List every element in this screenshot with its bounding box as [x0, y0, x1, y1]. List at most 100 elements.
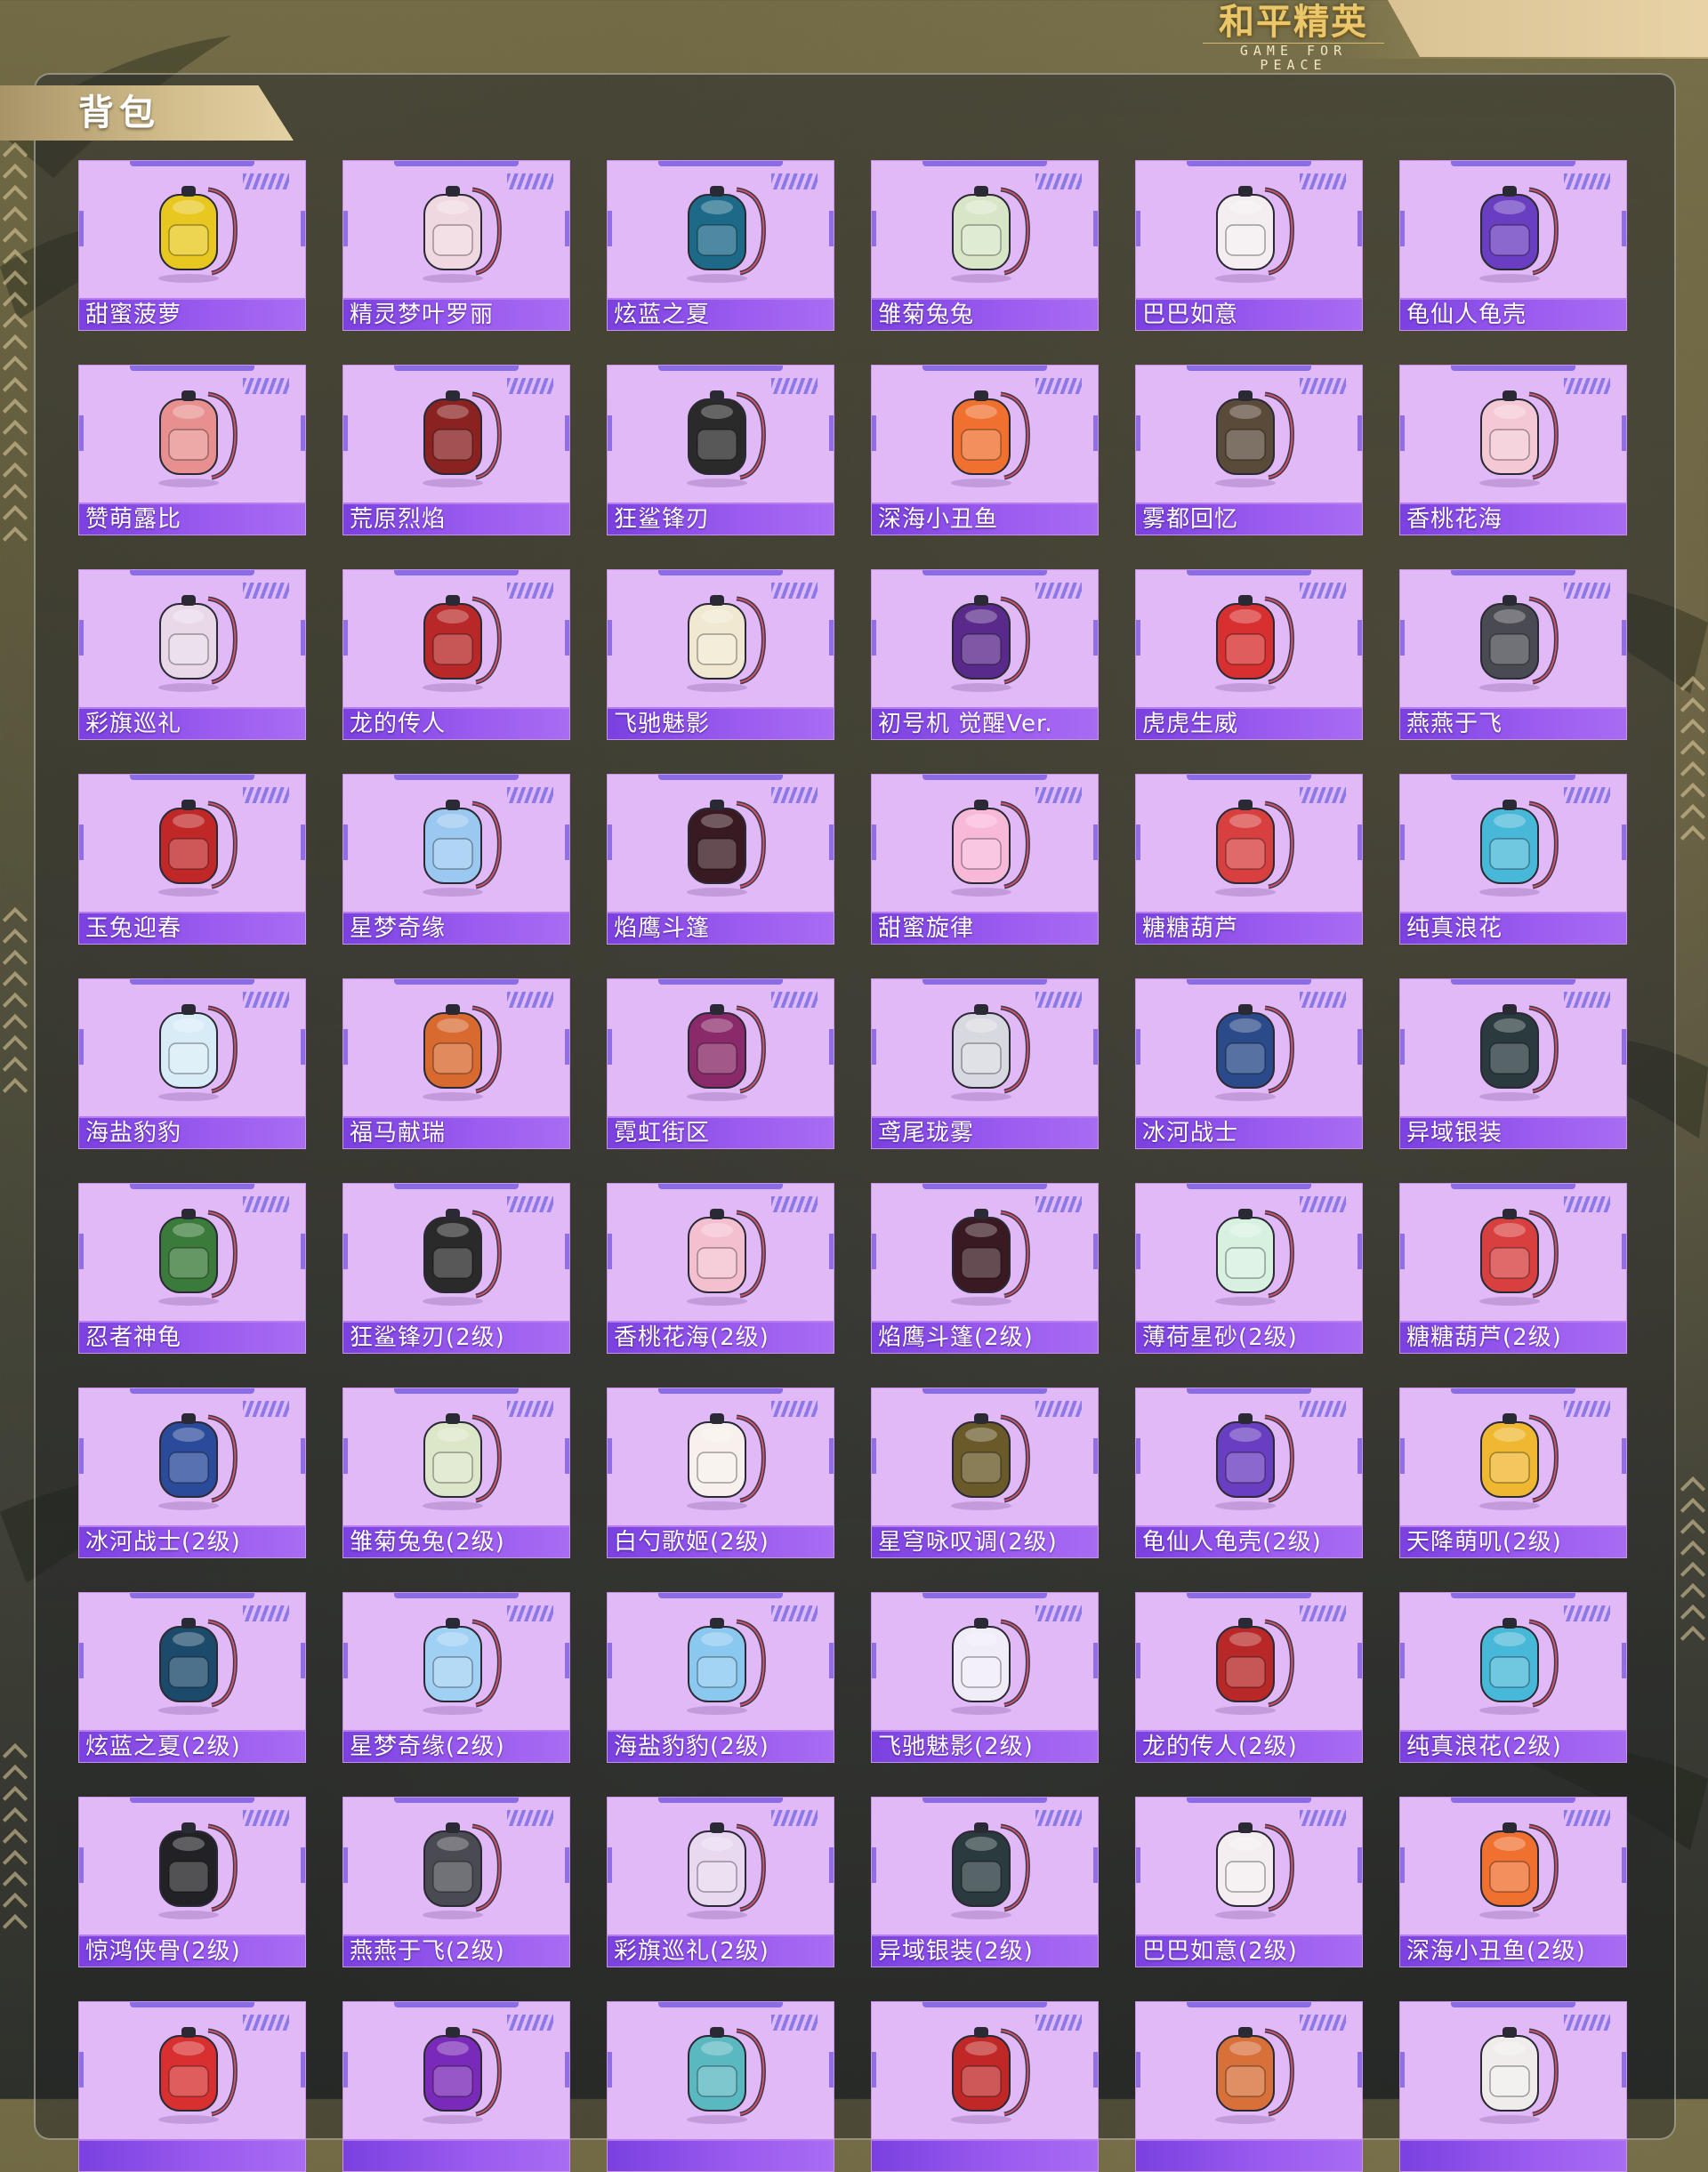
- backpack-card[interactable]: 炫蓝之夏: [607, 160, 834, 331]
- card-side-accent: [608, 620, 612, 656]
- backpack-card[interactable]: 狂鲨锋刃: [607, 365, 834, 535]
- backpack-icon: [687, 2027, 766, 2124]
- backpack-card[interactable]: 霓虹街区: [607, 978, 834, 1149]
- card-side-accent: [1358, 1438, 1362, 1474]
- backpack-card[interactable]: 初号机 觉醒Ver.: [871, 569, 1099, 740]
- backpack-card[interactable]: 雏菊兔兔(2级): [342, 1388, 570, 1558]
- backpack-card[interactable]: [871, 2001, 1099, 2172]
- backpack-card[interactable]: 冰河战士: [1135, 978, 1363, 1149]
- backpack-card[interactable]: 雾都回忆: [1135, 365, 1363, 535]
- card-stripes-decoration: [243, 2015, 289, 2031]
- backpack-card[interactable]: 异域银装(2级): [871, 1797, 1099, 1967]
- backpack-card[interactable]: [78, 2001, 306, 2172]
- card-top-accent: [130, 775, 254, 780]
- card-top-accent: [1187, 366, 1311, 371]
- backpack-name: 福马献瑞: [343, 1118, 569, 1148]
- backpack-name: [79, 2141, 305, 2171]
- backpack-card[interactable]: 荒原烈焰: [342, 365, 570, 535]
- card-side-accent: [565, 1234, 569, 1269]
- backpack-icon: [1215, 800, 1294, 897]
- card-side-accent: [608, 2052, 612, 2088]
- backpack-card[interactable]: 龙的传人(2级): [1135, 1592, 1363, 1763]
- backpack-icon: [687, 1618, 766, 1715]
- backpack-name: 飞驰魅影: [608, 709, 834, 739]
- backpack-card[interactable]: 燕燕于飞: [1399, 569, 1627, 740]
- backpack-name: 香桃花海: [1400, 504, 1626, 535]
- backpack-card[interactable]: 赞萌露比: [78, 365, 306, 535]
- chevron-up-icon: [1680, 1476, 1706, 1652]
- backpack-card[interactable]: 深海小丑鱼: [871, 365, 1099, 535]
- backpack-card[interactable]: 炫蓝之夏(2级): [78, 1592, 306, 1763]
- card-top-accent: [658, 1593, 783, 1598]
- backpack-card[interactable]: 糖糖葫芦(2级): [1399, 1183, 1627, 1354]
- backpack-name: 冰河战士: [1136, 1118, 1362, 1148]
- card-stripes-decoration: [771, 1605, 818, 1621]
- backpack-card[interactable]: 薄荷星砂(2级): [1135, 1183, 1363, 1354]
- backpack-card[interactable]: 雏菊兔兔: [871, 160, 1099, 331]
- card-side-accent: [872, 1438, 876, 1474]
- card-top-accent: [1451, 1798, 1575, 1803]
- backpack-card[interactable]: 冰河战士(2级): [78, 1388, 306, 1558]
- backpack-card[interactable]: 焰鹰斗篷: [607, 774, 834, 945]
- card-top-accent: [1451, 1184, 1575, 1189]
- backpack-icon: [1479, 390, 1559, 487]
- card-side-accent: [1136, 1438, 1140, 1474]
- card-stripes-decoration: [1300, 1401, 1346, 1417]
- backpack-card[interactable]: 惊鸿侠骨(2级): [78, 1797, 306, 1967]
- backpack-card[interactable]: 彩旗巡礼(2级): [607, 1797, 834, 1967]
- backpack-card[interactable]: 纯真浪花(2级): [1399, 1592, 1627, 1763]
- backpack-card[interactable]: 精灵梦叶罗丽: [342, 160, 570, 331]
- card-stripes-decoration: [507, 2015, 553, 2031]
- card-side-accent: [1358, 825, 1362, 860]
- card-side-accent: [565, 211, 569, 246]
- backpack-card[interactable]: 焰鹰斗篷(2级): [871, 1183, 1099, 1354]
- backpack-card[interactable]: 巴巴如意(2级): [1135, 1797, 1363, 1967]
- backpack-card[interactable]: 天降萌叽(2级): [1399, 1388, 1627, 1558]
- backpack-card[interactable]: 龙的传人: [342, 569, 570, 740]
- backpack-name: 纯真浪花: [1400, 913, 1626, 944]
- backpack-card[interactable]: 甜蜜旋律: [871, 774, 1099, 945]
- backpack-card[interactable]: 异域银装: [1399, 978, 1627, 1149]
- card-stripes-decoration: [1300, 1605, 1346, 1621]
- backpack-card[interactable]: 狂鲨锋刃(2级): [342, 1183, 570, 1354]
- backpack-card[interactable]: 星梦奇缘(2级): [342, 1592, 570, 1763]
- backpack-card[interactable]: 燕燕于飞(2级): [342, 1797, 570, 1967]
- backpack-card[interactable]: 星梦奇缘: [342, 774, 570, 945]
- backpack-card[interactable]: 深海小丑鱼(2级): [1399, 1797, 1627, 1967]
- backpack-card[interactable]: [1399, 2001, 1627, 2172]
- card-top-accent: [394, 979, 519, 985]
- backpack-card[interactable]: 龟仙人龟壳(2级): [1135, 1388, 1363, 1558]
- backpack-icon: [951, 186, 1030, 283]
- backpack-card[interactable]: 虎虎生威: [1135, 569, 1363, 740]
- backpack-icon: [687, 1209, 766, 1306]
- backpack-card[interactable]: 海盐豹豹: [78, 978, 306, 1149]
- backpack-card[interactable]: [1135, 2001, 1363, 2172]
- backpack-card[interactable]: 鸢尾珑雾: [871, 978, 1099, 1149]
- backpack-card[interactable]: 巴巴如意: [1135, 160, 1363, 331]
- backpack-card[interactable]: 海盐豹豹(2级): [607, 1592, 834, 1763]
- card-side-accent: [872, 620, 876, 656]
- backpack-card[interactable]: 甜蜜菠萝: [78, 160, 306, 331]
- card-top-accent: [658, 2002, 783, 2007]
- backpack-card[interactable]: 香桃花海: [1399, 365, 1627, 535]
- backpack-card[interactable]: 忍者神龟: [78, 1183, 306, 1354]
- backpack-card[interactable]: 纯真浪花: [1399, 774, 1627, 945]
- card-side-accent: [829, 1029, 834, 1065]
- backpack-card[interactable]: 白勺歌姬(2级): [607, 1388, 834, 1558]
- card-side-accent: [872, 1029, 876, 1065]
- backpack-card[interactable]: 香桃花海(2级): [607, 1183, 834, 1354]
- backpack-card[interactable]: 龟仙人龟壳: [1399, 160, 1627, 331]
- backpack-card[interactable]: 福马献瑞: [342, 978, 570, 1149]
- backpack-card[interactable]: 彩旗巡礼: [78, 569, 306, 740]
- backpack-card[interactable]: 玉兔迎春: [78, 774, 306, 945]
- backpack-icon: [687, 1822, 766, 1919]
- backpack-card[interactable]: 星穹咏叹调(2级): [871, 1388, 1099, 1558]
- backpack-card[interactable]: [342, 2001, 570, 2172]
- backpack-card[interactable]: 飞驰魅影(2级): [871, 1592, 1099, 1763]
- backpack-card[interactable]: 飞驰魅影: [607, 569, 834, 740]
- card-side-accent: [1622, 1643, 1626, 1678]
- backpack-card[interactable]: [607, 2001, 834, 2172]
- card-top-accent: [130, 570, 254, 575]
- backpack-card[interactable]: 糖糖葫芦: [1135, 774, 1363, 945]
- card-side-accent: [872, 415, 876, 451]
